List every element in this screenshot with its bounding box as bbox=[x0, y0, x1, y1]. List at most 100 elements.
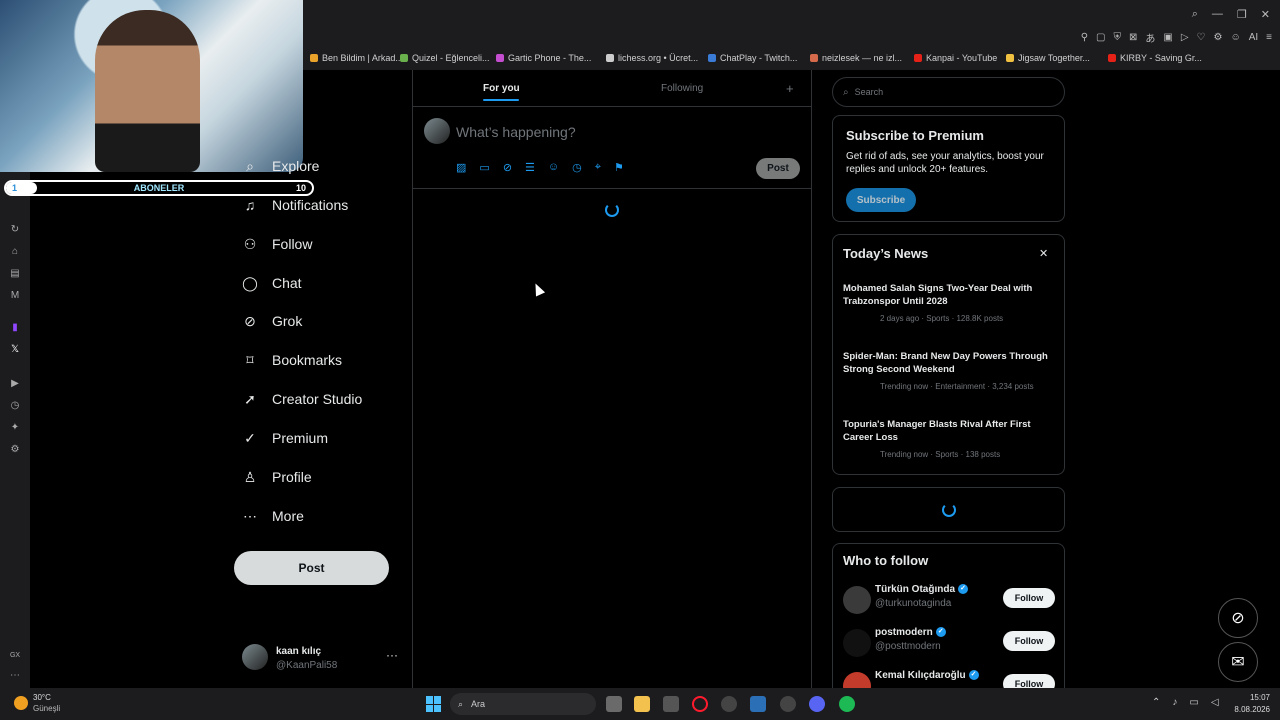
news-item[interactable]: Mohamed Salah Signs Two-Year Deal with T… bbox=[843, 282, 1055, 323]
bookmark-item[interactable]: Quizel - Eğlenceli... bbox=[400, 53, 490, 63]
follow-suggestion[interactable]: postmodern ✓ @posttmodern Follow bbox=[843, 627, 1055, 663]
player-icon[interactable]: ▶ bbox=[9, 378, 21, 390]
vscode-icon[interactable] bbox=[750, 696, 766, 712]
obs-icon[interactable] bbox=[780, 696, 796, 712]
nav-item-bookmarks[interactable]: ⌑ Bookmarks bbox=[242, 352, 342, 368]
bookmark-item[interactable]: Jigsaw Together... bbox=[1006, 53, 1090, 63]
location-icon[interactable]: ⌖ bbox=[595, 161, 601, 174]
follow-button[interactable]: Follow bbox=[1003, 588, 1055, 608]
bookmark-item[interactable]: neizlesek — ne izl... bbox=[810, 53, 902, 63]
search-input[interactable]: Search bbox=[855, 87, 884, 97]
search-icon[interactable]: ⌕ bbox=[1192, 8, 1198, 21]
microphone-icon[interactable]: ♪ bbox=[1172, 697, 1177, 708]
menu-icon[interactable]: ≡ bbox=[1266, 32, 1272, 43]
chevron-up-icon[interactable]: ⌃ bbox=[1152, 697, 1160, 708]
heart-icon[interactable]: ♡ bbox=[1197, 32, 1206, 43]
image-icon[interactable]: ▨ bbox=[456, 161, 466, 174]
file-explorer-icon[interactable] bbox=[634, 696, 650, 712]
grok-icon[interactable]: ⊘ bbox=[1218, 598, 1258, 638]
bookmark-item[interactable]: Ben Bildim | Arkad... bbox=[310, 53, 403, 63]
bookmark-favicon-icon bbox=[914, 54, 922, 62]
x-icon[interactable]: 𝕏 bbox=[9, 344, 21, 356]
steam-icon[interactable] bbox=[721, 696, 737, 712]
follow-suggestion[interactable]: Türkün Otağında ✓ @turkunotaginda Follow bbox=[843, 584, 1055, 620]
search-box[interactable]: ⌕ Search bbox=[832, 77, 1065, 107]
play-icon[interactable]: ▷ bbox=[1181, 32, 1189, 43]
more-icon[interactable]: ⋯ bbox=[9, 670, 21, 682]
poll-icon[interactable]: ☰ bbox=[525, 161, 535, 174]
taskbar-search[interactable]: ⌕ Ara bbox=[450, 693, 596, 715]
compose-post-button[interactable]: Post bbox=[756, 158, 800, 179]
nav-item-more[interactable]: ⋯ More bbox=[242, 508, 304, 524]
volume-icon[interactable]: ◁ bbox=[1211, 697, 1219, 708]
grok-icon[interactable]: ⊘ bbox=[503, 161, 512, 174]
bookmark-label: ChatPlay - Twitch... bbox=[720, 53, 798, 63]
bag-icon[interactable]: ⌂ bbox=[9, 246, 21, 258]
follow-button[interactable]: Follow bbox=[1003, 631, 1055, 651]
follow-user-name-row: Kemal Kılıçdaroğlu ✓ bbox=[875, 670, 979, 681]
bookmark-add-icon[interactable]: ⊠ bbox=[1129, 32, 1137, 43]
extensions-icon[interactable]: ⚙ bbox=[1214, 32, 1223, 43]
emoji-icon[interactable]: ☺ bbox=[548, 161, 559, 174]
nav-item-follow[interactable]: ⚇ Follow bbox=[242, 236, 313, 252]
follow-button[interactable]: Follow bbox=[1003, 674, 1055, 688]
card-icon[interactable]: ▤ bbox=[9, 268, 21, 280]
follow-suggestion[interactable]: Kemal Kılıçdaroğlu ✓ Follow bbox=[843, 670, 1055, 688]
shield-icon[interactable]: ⛨ bbox=[1114, 32, 1122, 43]
mail-icon[interactable]: M bbox=[9, 290, 21, 302]
twitch-icon[interactable]: ▮ bbox=[9, 322, 21, 334]
nav-item-chat[interactable]: ◯ Chat bbox=[242, 275, 301, 291]
settings-icon[interactable]: ⚙ bbox=[9, 444, 21, 456]
windows-start-icon[interactable] bbox=[426, 696, 442, 712]
minimize-icon[interactable]: — bbox=[1212, 8, 1223, 21]
clock-icon[interactable]: ◷ bbox=[9, 400, 21, 412]
bookmark-item[interactable]: Gartic Phone - The... bbox=[496, 53, 591, 63]
grok-icon: ⊘ bbox=[244, 313, 256, 329]
more-icon[interactable]: ··· bbox=[386, 648, 398, 662]
bookmark-label: lichess.org • Ücret... bbox=[618, 53, 699, 63]
bookmark-item[interactable]: KIRBY - Saving Gr... bbox=[1108, 53, 1202, 63]
tab-for-you[interactable]: For you bbox=[483, 83, 520, 94]
pin-icon[interactable]: ⚲ bbox=[1081, 32, 1088, 43]
nav-item-premium[interactable]: ✓ Premium bbox=[242, 430, 328, 446]
camera-icon[interactable]: ▣ bbox=[1163, 32, 1172, 43]
messages-icon[interactable]: ✉ bbox=[1218, 642, 1258, 682]
schedule-icon[interactable]: ◷ bbox=[572, 161, 582, 174]
nav-item-grok[interactable]: ⊘ Grok bbox=[242, 313, 302, 329]
profile-icon[interactable]: ☺ bbox=[1230, 32, 1240, 43]
store-icon[interactable] bbox=[663, 696, 679, 712]
news-item[interactable]: Topuria's Manager Blasts Rival After Fir… bbox=[843, 418, 1055, 459]
extension-icon[interactable]: ✦ bbox=[9, 422, 21, 434]
close-icon[interactable]: ✕ bbox=[1039, 247, 1048, 260]
bookmark-label: Kanpai - YouTube bbox=[926, 53, 998, 63]
display-icon[interactable]: ▭ bbox=[1189, 697, 1198, 708]
nav-item-creator-studio[interactable]: ➚ Creator Studio bbox=[242, 391, 362, 407]
screenshot-icon[interactable]: ▢ bbox=[1096, 32, 1105, 43]
nav-item-explore[interactable]: ⌕ Explore bbox=[242, 158, 319, 174]
close-icon[interactable]: ✕ bbox=[1261, 8, 1270, 21]
post-button[interactable]: Post bbox=[234, 551, 389, 585]
translate-icon[interactable]: あ bbox=[1145, 30, 1155, 45]
account-switcher[interactable]: kaan kılıç @KaanPali58 ··· bbox=[242, 644, 402, 674]
restore-icon[interactable]: ❐ bbox=[1237, 8, 1247, 21]
bookmark-item[interactable]: Kanpai - YouTube bbox=[914, 53, 997, 63]
history-icon[interactable]: ↻ bbox=[9, 224, 21, 236]
nav-item-profile[interactable]: ♙ Profile bbox=[242, 469, 312, 485]
add-tab-icon[interactable]: + bbox=[786, 81, 794, 96]
ai-button[interactable]: AI bbox=[1249, 32, 1258, 43]
bookmark-item[interactable]: ChatPlay - Twitch... bbox=[708, 53, 797, 63]
discord-icon[interactable] bbox=[809, 696, 825, 712]
spotify-icon[interactable] bbox=[839, 696, 855, 712]
bookmark-item[interactable]: lichess.org • Ücret... bbox=[606, 53, 698, 63]
flag-icon[interactable]: ⚑ bbox=[614, 161, 624, 174]
nav-item-notifications[interactable]: ♫ Notifications bbox=[242, 197, 349, 213]
gif-icon[interactable]: ▭ bbox=[479, 161, 489, 174]
taskbar-search-input[interactable]: Ara bbox=[471, 699, 485, 709]
compose-input[interactable]: What’s happening? bbox=[456, 124, 576, 140]
tab-following[interactable]: Following bbox=[661, 83, 703, 94]
verified-badge-icon: ✓ bbox=[935, 627, 946, 638]
subscribe-button[interactable]: Subscribe bbox=[846, 188, 916, 212]
news-item[interactable]: Spider-Man: Brand New Day Powers Through… bbox=[843, 350, 1055, 391]
task-view-icon[interactable] bbox=[606, 696, 622, 712]
opera-gx-icon[interactable] bbox=[692, 696, 708, 712]
